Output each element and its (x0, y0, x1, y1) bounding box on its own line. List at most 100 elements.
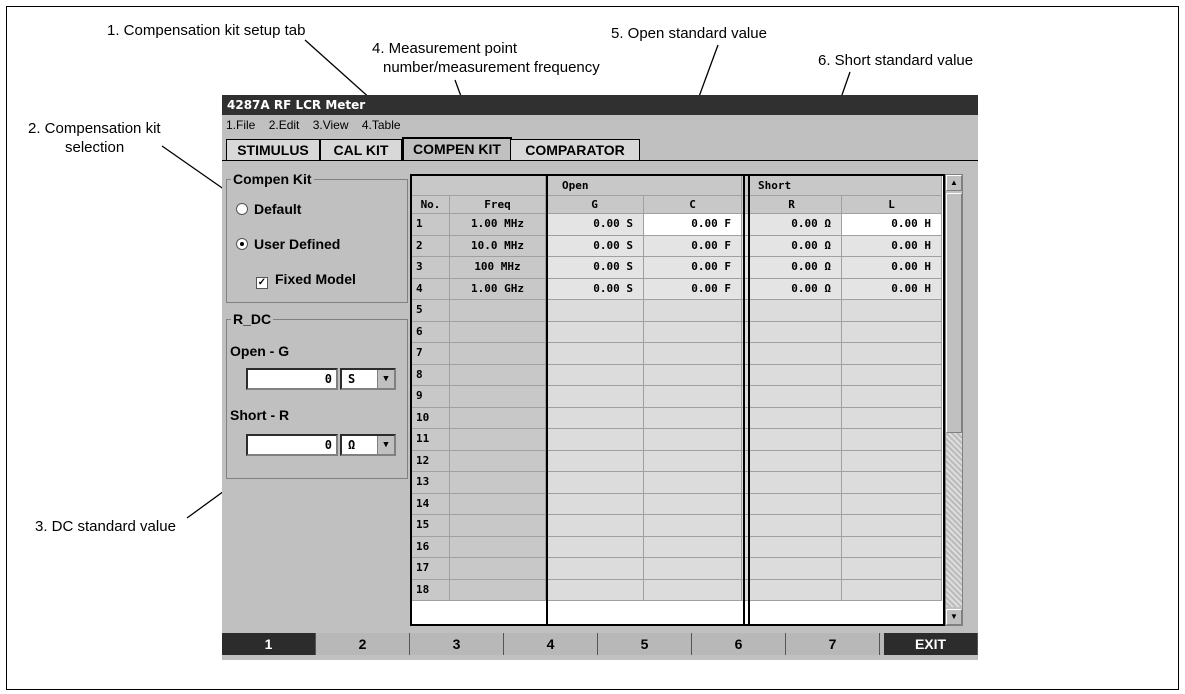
value-cell[interactable] (546, 558, 644, 580)
freq-cell[interactable] (450, 429, 546, 451)
value-cell[interactable] (742, 343, 842, 365)
value-cell[interactable] (644, 300, 742, 322)
value-cell[interactable] (842, 579, 942, 601)
value-cell[interactable] (742, 429, 842, 451)
value-cell[interactable] (742, 386, 842, 408)
value-cell[interactable] (742, 472, 842, 494)
value-cell[interactable] (546, 472, 644, 494)
scroll-thumb[interactable] (946, 193, 962, 433)
freq-cell[interactable] (450, 343, 546, 365)
value-cell[interactable] (842, 364, 942, 386)
value-cell[interactable] (644, 386, 742, 408)
open-g-input[interactable]: 0 (246, 368, 338, 390)
tab-comparator[interactable]: COMPARATOR (510, 139, 640, 161)
value-cell[interactable] (644, 472, 742, 494)
freq-cell[interactable] (450, 364, 546, 386)
value-cell[interactable] (644, 558, 742, 580)
freq-cell[interactable] (450, 407, 546, 429)
freq-cell[interactable] (450, 493, 546, 515)
softkey-7[interactable]: 7 (786, 633, 880, 655)
value-cell[interactable]: 0.00 Ω (742, 278, 842, 300)
value-cell[interactable]: 0.00 F (644, 214, 742, 236)
softkey-2[interactable]: 2 (316, 633, 410, 655)
value-cell[interactable] (842, 450, 942, 472)
radio-default[interactable]: Default (236, 201, 301, 217)
freq-cell[interactable]: 10.0 MHz (450, 235, 546, 257)
chevron-down-icon[interactable]: ▼ (377, 370, 394, 388)
value-cell[interactable] (742, 407, 842, 429)
scroll-track[interactable] (946, 433, 962, 607)
freq-cell[interactable] (450, 300, 546, 322)
value-cell[interactable] (546, 450, 644, 472)
value-cell[interactable] (842, 386, 942, 408)
tab-cal-kit[interactable]: CAL KIT (320, 139, 402, 161)
freq-cell[interactable] (450, 536, 546, 558)
value-cell[interactable] (644, 321, 742, 343)
value-cell[interactable] (644, 407, 742, 429)
chevron-down-icon[interactable]: ▼ (377, 436, 394, 454)
softkey-5[interactable]: 5 (598, 633, 692, 655)
value-cell[interactable] (546, 321, 644, 343)
softkey-3[interactable]: 3 (410, 633, 504, 655)
value-cell[interactable] (842, 343, 942, 365)
freq-cell[interactable] (450, 579, 546, 601)
menu-file[interactable]: 1.File (226, 118, 255, 132)
value-cell[interactable] (742, 300, 842, 322)
tab-stimulus[interactable]: STIMULUS (226, 139, 320, 161)
value-cell[interactable] (644, 429, 742, 451)
value-cell[interactable] (842, 558, 942, 580)
value-cell[interactable] (546, 343, 644, 365)
value-cell[interactable] (842, 429, 942, 451)
value-cell[interactable] (644, 536, 742, 558)
value-cell[interactable] (546, 364, 644, 386)
value-cell[interactable] (742, 536, 842, 558)
value-cell[interactable]: 0.00 S (546, 235, 644, 257)
value-cell[interactable] (546, 300, 644, 322)
value-cell[interactable]: 0.00 Ω (742, 257, 842, 279)
value-cell[interactable] (546, 515, 644, 537)
freq-cell[interactable] (450, 472, 546, 494)
value-cell[interactable] (842, 407, 942, 429)
freq-cell[interactable] (450, 450, 546, 472)
value-cell[interactable]: 0.00 H (842, 257, 942, 279)
value-cell[interactable]: 0.00 F (644, 257, 742, 279)
menu-view[interactable]: 3.View (313, 118, 349, 132)
value-cell[interactable] (742, 579, 842, 601)
open-g-unit-select[interactable]: S ▼ (340, 368, 396, 390)
value-cell[interactable] (546, 429, 644, 451)
value-cell[interactable] (644, 450, 742, 472)
value-cell[interactable] (842, 536, 942, 558)
value-cell[interactable]: 0.00 Ω (742, 235, 842, 257)
value-cell[interactable] (742, 321, 842, 343)
checkbox-fixed-model-box[interactable]: ✓ (256, 277, 268, 289)
value-cell[interactable] (546, 536, 644, 558)
value-cell[interactable]: 0.00 H (842, 214, 942, 236)
value-cell[interactable] (742, 493, 842, 515)
value-cell[interactable] (546, 493, 644, 515)
freq-cell[interactable]: 1.00 GHz (450, 278, 546, 300)
scroll-up-icon[interactable]: ▲ (946, 175, 962, 191)
freq-cell[interactable]: 1.00 MHz (450, 214, 546, 236)
value-cell[interactable] (644, 493, 742, 515)
value-cell[interactable]: 0.00 S (546, 278, 644, 300)
value-cell[interactable] (742, 364, 842, 386)
value-cell[interactable]: 0.00 H (842, 235, 942, 257)
radio-default-indicator[interactable] (236, 203, 248, 215)
value-cell[interactable] (842, 472, 942, 494)
menu-edit[interactable]: 2.Edit (269, 118, 300, 132)
freq-cell[interactable] (450, 558, 546, 580)
value-cell[interactable] (546, 407, 644, 429)
menu-table[interactable]: 4.Table (362, 118, 401, 132)
softkey-6[interactable]: 6 (692, 633, 786, 655)
value-cell[interactable] (842, 493, 942, 515)
table-scrollbar[interactable]: ▲ ▼ (945, 174, 963, 626)
value-cell[interactable]: 0.00 F (644, 278, 742, 300)
radio-user-defined[interactable]: User Defined (236, 236, 340, 252)
value-cell[interactable] (742, 450, 842, 472)
value-cell[interactable]: 0.00 Ω (742, 214, 842, 236)
value-cell[interactable] (644, 515, 742, 537)
value-cell[interactable]: 0.00 S (546, 257, 644, 279)
checkbox-fixed-model[interactable]: ✓ Fixed Model (256, 271, 356, 289)
value-cell[interactable] (742, 515, 842, 537)
freq-cell[interactable]: 100 MHz (450, 257, 546, 279)
